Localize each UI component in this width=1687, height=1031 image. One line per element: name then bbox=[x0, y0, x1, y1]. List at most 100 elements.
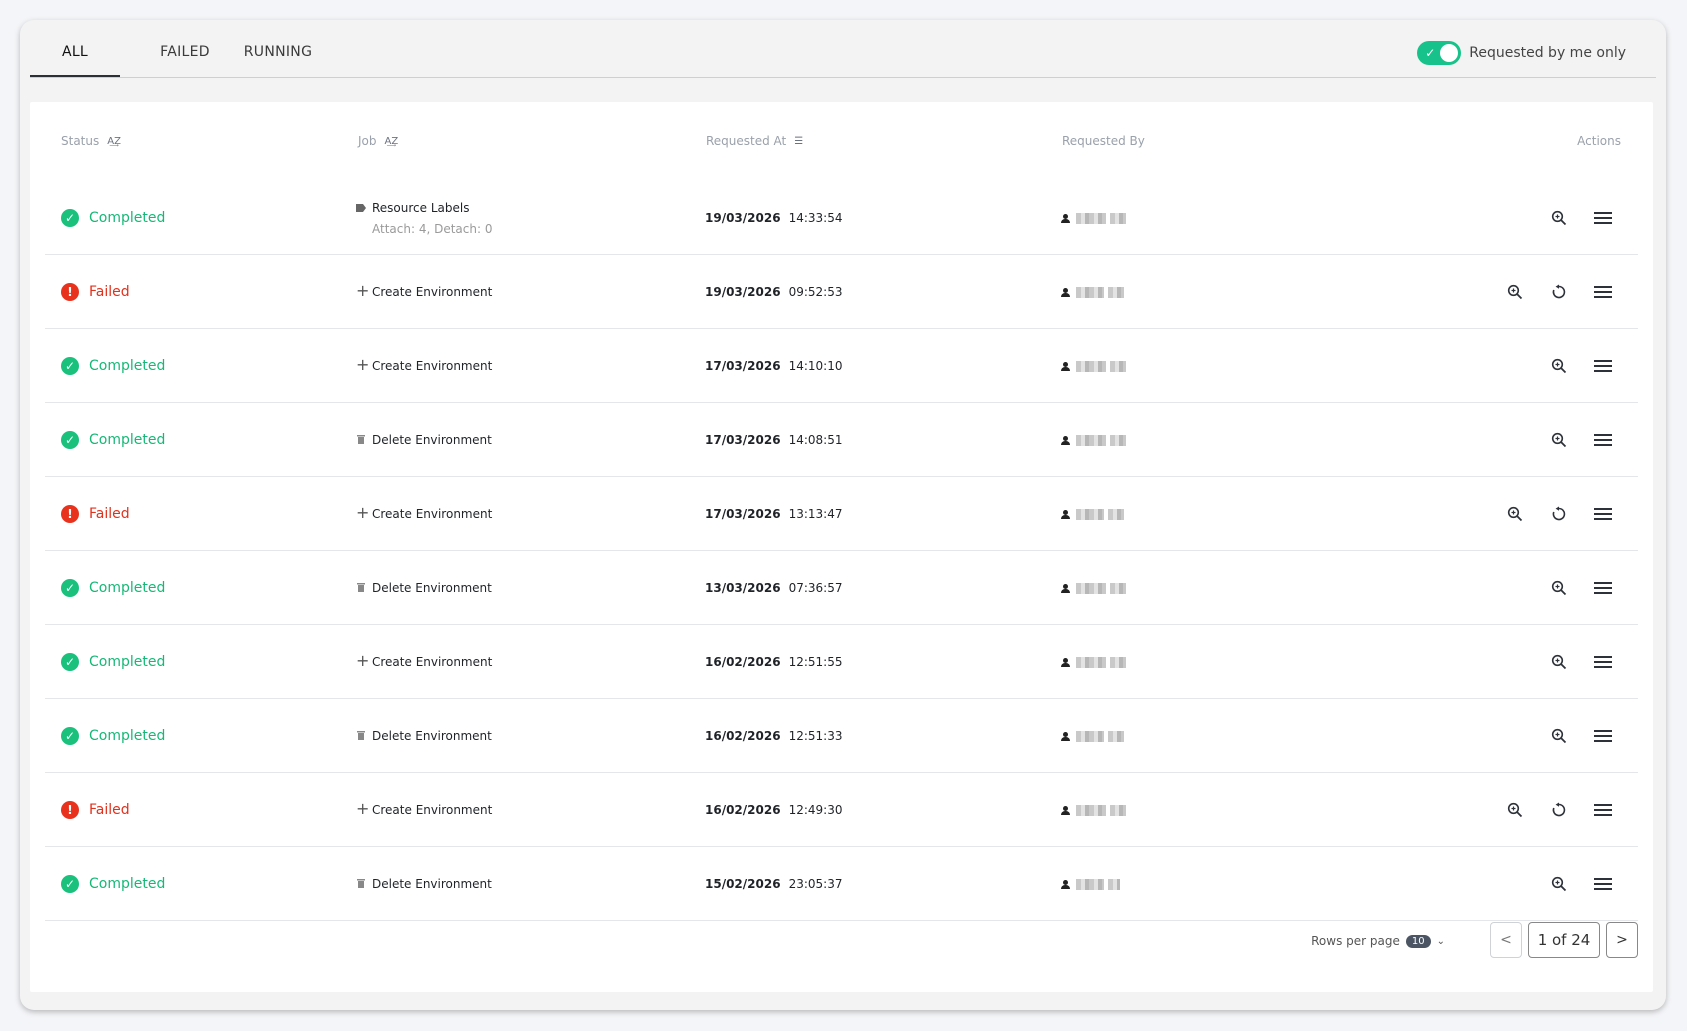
table-body: ✓ Completed Resource Labels Attach: 4, D… bbox=[45, 182, 1638, 922]
job-name: Delete Environment bbox=[372, 581, 492, 595]
menu-icon[interactable] bbox=[1592, 355, 1614, 377]
header-requested-by-label: Requested By bbox=[1062, 134, 1145, 148]
menu-icon[interactable] bbox=[1592, 207, 1614, 229]
actions-cell bbox=[1504, 478, 1614, 550]
menu-icon[interactable] bbox=[1592, 725, 1614, 747]
actions-cell bbox=[1504, 774, 1614, 846]
retry-icon[interactable] bbox=[1548, 503, 1570, 525]
tab-failed[interactable]: FAILED bbox=[150, 44, 220, 77]
job-cell: + Create Environment bbox=[356, 626, 492, 698]
status-text: Failed bbox=[89, 506, 130, 522]
menu-icon[interactable] bbox=[1592, 799, 1614, 821]
table-row: ✓ Completed Delete Environment 17/03/202… bbox=[45, 404, 1638, 477]
table-row: ✓ Completed Delete Environment 16/02/202… bbox=[45, 700, 1638, 773]
job-cell: Delete Environment bbox=[356, 700, 492, 772]
requested-time: 13:13:47 bbox=[788, 507, 843, 521]
actions-cell bbox=[1548, 552, 1614, 624]
actions-cell bbox=[1548, 330, 1614, 402]
menu-icon[interactable] bbox=[1592, 577, 1614, 599]
view-details-icon[interactable] bbox=[1504, 281, 1526, 303]
user-icon bbox=[1061, 287, 1070, 297]
status-text: Completed bbox=[89, 876, 166, 892]
requested-time: 12:51:33 bbox=[788, 729, 843, 743]
status-cell: ✓ Completed bbox=[61, 404, 165, 476]
job-name: Resource Labels bbox=[372, 201, 470, 215]
check-icon: ✓ bbox=[1425, 46, 1436, 60]
table-row: ! Failed + Create Environment 19/03/2026… bbox=[45, 256, 1638, 329]
redacted-username bbox=[1076, 804, 1126, 816]
trash-icon bbox=[356, 876, 366, 892]
status-cell: ✓ Completed bbox=[61, 700, 165, 772]
requested-by-me-toggle[interactable]: ✓ bbox=[1417, 41, 1462, 65]
requested-by-cell bbox=[1061, 256, 1124, 328]
view-details-icon[interactable] bbox=[1548, 577, 1570, 599]
view-details-icon[interactable] bbox=[1548, 207, 1570, 229]
requested-time: 12:49:30 bbox=[788, 803, 843, 817]
menu-icon[interactable] bbox=[1592, 873, 1614, 895]
menu-icon[interactable] bbox=[1592, 281, 1614, 303]
view-details-icon[interactable] bbox=[1548, 725, 1570, 747]
job-name: Delete Environment bbox=[372, 877, 492, 891]
requested-at-cell: 13/03/2026 07:36:57 bbox=[705, 552, 842, 624]
user-icon bbox=[1061, 731, 1070, 741]
header-requested-at-label: Requested At bbox=[706, 134, 787, 148]
prev-page-button[interactable]: < bbox=[1490, 922, 1522, 958]
plus-icon: + bbox=[356, 355, 370, 374]
redacted-username bbox=[1076, 508, 1124, 520]
view-details-icon[interactable] bbox=[1548, 429, 1570, 451]
menu-icon[interactable] bbox=[1592, 503, 1614, 525]
table-row: ✓ Completed + Create Environment 16/02/2… bbox=[45, 626, 1638, 699]
requested-date: 19/03/2026 bbox=[705, 285, 781, 299]
pagination: < 1 of 24 > bbox=[1490, 922, 1638, 958]
requested-time: 12:51:55 bbox=[788, 655, 843, 669]
header-actions-label: Actions bbox=[1577, 134, 1621, 148]
menu-icon[interactable] bbox=[1592, 651, 1614, 673]
view-details-icon[interactable] bbox=[1548, 873, 1570, 895]
requested-at-cell: 16/02/2026 12:51:33 bbox=[705, 700, 842, 772]
job-cell: + Create Environment bbox=[356, 478, 492, 550]
retry-icon[interactable] bbox=[1548, 799, 1570, 821]
table-footer: Rows per page 10 ⌄ < 1 of 24 > bbox=[30, 922, 1653, 962]
redacted-username bbox=[1076, 656, 1126, 668]
next-page-button[interactable]: > bbox=[1606, 922, 1638, 958]
view-details-icon[interactable] bbox=[1548, 651, 1570, 673]
view-details-icon[interactable] bbox=[1504, 503, 1526, 525]
menu-icon[interactable] bbox=[1592, 429, 1614, 451]
job-name: Create Environment bbox=[372, 655, 493, 669]
table-row: ! Failed + Create Environment 17/03/2026… bbox=[45, 478, 1638, 551]
chevron-down-icon[interactable]: ⌄ bbox=[1437, 936, 1445, 947]
job-cell: + Create Environment bbox=[356, 330, 492, 402]
sort-az-icon[interactable]: A͢Z bbox=[385, 136, 399, 147]
requested-date: 17/03/2026 bbox=[705, 359, 781, 373]
error-icon: ! bbox=[61, 801, 79, 819]
status-cell: ✓ Completed bbox=[61, 330, 165, 402]
tab-all[interactable]: ALL bbox=[30, 44, 120, 77]
requested-by-cell bbox=[1061, 182, 1126, 254]
check-circle-icon: ✓ bbox=[61, 875, 79, 893]
job-cell: Delete Environment bbox=[356, 848, 492, 920]
status-text: Completed bbox=[89, 358, 166, 374]
redacted-username bbox=[1076, 286, 1124, 298]
trash-icon bbox=[356, 580, 366, 596]
retry-icon[interactable] bbox=[1548, 281, 1570, 303]
header-job[interactable]: Job A͢Z bbox=[358, 134, 398, 148]
view-details-icon[interactable] bbox=[1504, 799, 1526, 821]
sort-desc-icon[interactable]: ☰ bbox=[794, 136, 803, 147]
header-requested-at[interactable]: Requested At ☰ bbox=[706, 134, 803, 148]
actions-cell bbox=[1504, 256, 1614, 328]
requested-time: 14:08:51 bbox=[788, 433, 843, 447]
table-header: Status A͢Z Job A͢Z Requested At ☰ Reques… bbox=[30, 102, 1653, 182]
status-text: Completed bbox=[89, 210, 166, 226]
rows-per-page-label: Rows per page bbox=[1311, 934, 1400, 948]
header-job-label: Job bbox=[358, 134, 377, 148]
sort-az-icon[interactable]: A͢Z bbox=[107, 136, 121, 147]
redacted-username bbox=[1076, 434, 1126, 446]
job-detail: Attach: 4, Detach: 0 bbox=[372, 222, 493, 236]
jobs-table-card: Status A͢Z Job A͢Z Requested At ☰ Reques… bbox=[30, 102, 1653, 992]
rows-per-page-select[interactable]: 10 bbox=[1405, 934, 1431, 948]
tab-running[interactable]: RUNNING bbox=[233, 44, 323, 77]
header-status[interactable]: Status A͢Z bbox=[61, 134, 121, 148]
view-details-icon[interactable] bbox=[1548, 355, 1570, 377]
toggle-knob bbox=[1440, 44, 1459, 62]
actions-cell bbox=[1548, 182, 1614, 254]
